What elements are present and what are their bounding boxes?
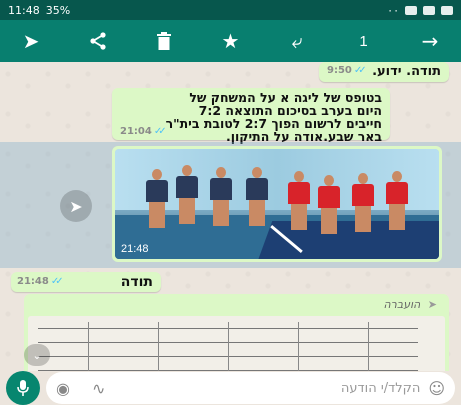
emoji-icon[interactable]: ☺	[428, 379, 445, 398]
delete-icon[interactable]	[147, 24, 181, 58]
chat-area[interactable]: תודה. ידוע. 9:50 ✓✓ בטופס של ליגה א על ה…	[0, 62, 461, 371]
message-time: 21:04	[120, 126, 152, 137]
forward-icon[interactable]: ➤	[14, 24, 48, 58]
message-placeholder: הקלד/י הודעה	[340, 380, 421, 396]
message-time: 9:50	[327, 65, 352, 76]
status-time: 11:48	[8, 3, 40, 17]
doc-cell	[368, 322, 369, 371]
mic-icon[interactable]	[6, 371, 40, 405]
photo-person	[243, 167, 271, 229]
selection-toolbar: ➤ ★ ⤶ 1 →	[0, 20, 461, 62]
photo-person	[285, 171, 313, 233]
star-icon[interactable]: ★	[214, 24, 248, 58]
photo-person	[349, 173, 377, 235]
selected-count: 1	[359, 32, 368, 50]
battery-icon	[441, 5, 453, 15]
message-bubble[interactable]: תודה 21:48 ✓✓	[11, 272, 161, 292]
doc-cell	[88, 322, 89, 371]
read-ticks-icon: ✓✓	[353, 65, 367, 76]
team-photo[interactable]: 21:48	[115, 149, 439, 259]
notification-icon	[405, 5, 417, 15]
forward-shortcut-icon[interactable]: ➤	[60, 190, 92, 222]
doc-cell	[228, 322, 229, 371]
message-bubble[interactable]: תודה. ידוע. 9:50 ✓✓	[319, 62, 449, 82]
forwarded-label: ➤ הועברה	[28, 298, 445, 314]
photo-person	[207, 167, 235, 229]
status-bar: 11:48 35% ۰۰	[0, 0, 461, 20]
photo-person	[315, 175, 343, 237]
attach-icon[interactable]: ∿	[92, 379, 105, 398]
photo-person	[143, 169, 171, 231]
scroll-down-button[interactable]: ⌄	[24, 344, 50, 366]
forwarded-document-message[interactable]: ➤ הועברה	[24, 294, 449, 371]
image-message[interactable]: 21:48	[112, 146, 442, 262]
forwarded-arrow-icon: ➤	[427, 298, 437, 311]
read-ticks-icon: ✓✓	[153, 126, 167, 137]
back-arrow-icon[interactable]: →	[413, 24, 447, 58]
document-image[interactable]	[28, 316, 445, 371]
input-bar: ◉ ∿ הקלד/י הודעה ☺	[0, 371, 461, 405]
message-text: תודה	[120, 274, 153, 290]
message-bubble[interactable]: בטופס של ליגה א על המשחק של היום בערב בס…	[112, 88, 390, 143]
forwarded-text: הועברה	[383, 298, 421, 311]
doc-cell	[158, 322, 159, 371]
selected-message-highlight[interactable]: ➤ 21:48	[0, 142, 461, 268]
photo-person	[383, 171, 411, 233]
battery-percent: 35%	[45, 3, 71, 17]
message-meta: 9:50 ✓✓	[327, 65, 367, 76]
share-icon[interactable]	[81, 24, 115, 58]
reply-icon[interactable]: ⤶	[280, 24, 314, 58]
photo-person	[173, 165, 201, 227]
message-meta: 21:04 ✓✓	[120, 125, 167, 138]
message-input[interactable]: ◉ ∿ הקלד/י הודעה ☺	[46, 372, 455, 404]
doc-cell	[298, 322, 299, 371]
message-time: 21:48	[17, 276, 49, 287]
message-meta: 21:48 ✓✓	[17, 276, 64, 287]
camera-icon[interactable]: ◉	[56, 379, 70, 398]
signal-dots: ۰۰	[387, 3, 399, 17]
image-time: 21:48	[121, 243, 149, 255]
read-ticks-icon: ✓✓	[50, 276, 64, 287]
message-text: תודה. ידוע.	[372, 64, 441, 79]
cast-icon	[423, 5, 435, 15]
